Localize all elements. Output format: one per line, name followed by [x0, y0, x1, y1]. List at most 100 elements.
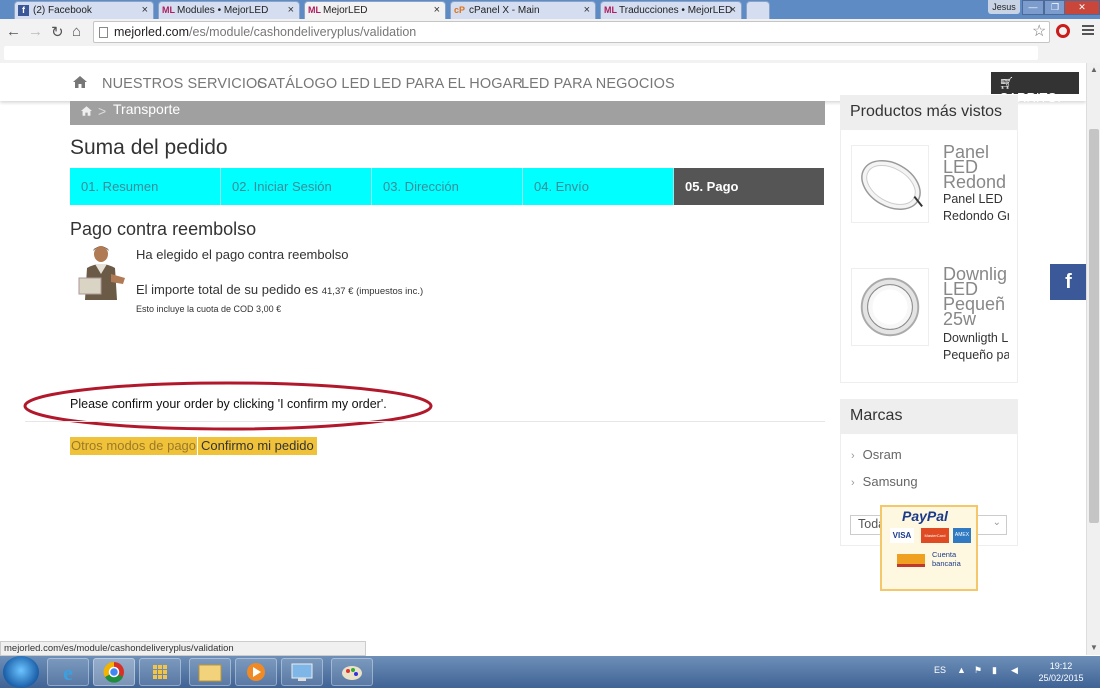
url-path: /es/module/cashondeliveryplus/validation [189, 25, 417, 39]
paypal-logo: PayPal [902, 508, 948, 524]
amex-icon: AMEX [953, 528, 971, 543]
scroll-up-icon[interactable]: ▲ [1090, 65, 1098, 74]
browser-toolbar: ← → ↻ ⌂ mejorled.com/es/module/cashondel… [0, 19, 1100, 45]
product-title[interactable]: Downlig LED Pequeñ 25w [943, 267, 1009, 327]
close-icon[interactable]: × [434, 4, 440, 16]
page-scrollbar[interactable]: ▲ ▼ [1086, 63, 1100, 655]
facebook-share-button[interactable]: f [1050, 264, 1086, 300]
bank-line: Cuenta [932, 550, 957, 559]
back-icon[interactable]: ← [6, 23, 21, 40]
cpanel-icon: cP [454, 5, 466, 15]
tab-facebook[interactable]: f (2) Facebook × [14, 1, 154, 19]
tab-label: Traducciones • MejorLED [619, 5, 733, 16]
flag-icon[interactable]: ⚑ [974, 665, 982, 676]
chrome-icon[interactable] [93, 658, 135, 686]
chevron-right-icon: › [851, 450, 855, 462]
breadcrumb-home-icon[interactable] [81, 106, 92, 116]
mejorled-icon: ML [308, 5, 321, 15]
brand-item-samsung[interactable]: › Samsung [851, 474, 918, 489]
nav-item-catalogo[interactable]: CATÁLOGO LED [257, 76, 370, 92]
breadcrumb-separator: > [98, 103, 107, 119]
cart-button[interactable]: 🛒︎CARRITO: [991, 72, 1079, 105]
browser-tabstrip: f (2) Facebook × ML Modules • MejorLED ×… [0, 0, 1100, 19]
home-icon[interactable]: ⌂ [72, 23, 81, 40]
new-tab-button[interactable] [746, 1, 770, 19]
step-direccion[interactable]: 03. Dirección [372, 168, 523, 205]
tab-cpanel[interactable]: cP cPanel X - Main × [450, 1, 596, 19]
most-viewed-title: Productos más vistos [840, 95, 1018, 129]
product-title-line: Redond [943, 172, 1007, 190]
breadcrumb: > Transporte [70, 101, 825, 125]
brands-title: Marcas [840, 399, 1018, 433]
bank-account-label: Cuenta bancaria [932, 550, 961, 568]
home-icon[interactable] [73, 76, 87, 88]
close-icon[interactable]: × [584, 4, 590, 16]
status-bar-url: mejorled.com/es/module/cashondeliveryplu… [0, 641, 366, 656]
apps-grid-icon[interactable] [139, 658, 181, 686]
volume-icon[interactable]: ◀ [1011, 665, 1018, 676]
breadcrumb-label: Transporte [113, 101, 181, 117]
window-close-icon[interactable]: ✕ [1064, 0, 1100, 15]
language-indicator[interactable]: ES [934, 665, 946, 675]
nav-item-hogar[interactable]: LED PARA EL HOGAR [373, 76, 523, 92]
ie-icon[interactable]: e [47, 658, 89, 686]
tab-mejorled[interactable]: ML MejorLED × [304, 1, 446, 19]
close-icon[interactable]: × [142, 4, 148, 16]
brand-item-osram[interactable]: › Osram [851, 447, 902, 462]
step-envio[interactable]: 04. Envío [523, 168, 674, 205]
reload-icon[interactable]: ↻ [51, 23, 64, 41]
tab-modules[interactable]: ML Modules • MejorLED × [158, 1, 300, 19]
step-pago: 05. Pago [674, 168, 824, 205]
clock-time: 19:12 [1049, 661, 1073, 671]
cart-icon: 🛒︎ [999, 76, 1015, 90]
tab-traducciones[interactable]: ML Traducciones • MejorLED × [600, 1, 742, 19]
bookmark-star-icon[interactable]: ☆ [1032, 21, 1046, 41]
tray-expand-icon[interactable]: ▲ [957, 665, 966, 675]
checkout-steps: 01. Resumen 02. Iniciar Sesión 03. Direc… [70, 168, 824, 205]
paint-icon[interactable] [331, 658, 373, 686]
divider [25, 421, 825, 422]
media-player-icon[interactable] [235, 658, 277, 686]
tab-label: (2) Facebook [33, 5, 92, 16]
page-title: Suma del pedido [70, 136, 228, 159]
most-viewed-box: Panel LED Redond Panel LED Redondo Gr Do… [840, 129, 1018, 383]
led-panel-image [861, 160, 923, 210]
maximize-icon[interactable]: ❐ [1044, 0, 1066, 15]
network-icon[interactable]: ▮ [992, 665, 997, 676]
scroll-down-icon[interactable]: ▼ [1090, 643, 1098, 652]
nav-item-negocios[interactable]: LED PARA NEGOCIOS [521, 76, 675, 92]
browser-menu-icon[interactable] [1082, 25, 1094, 37]
step-resumen[interactable]: 01. Resumen [70, 168, 221, 205]
folder-icon[interactable] [189, 658, 231, 686]
product-desc-line: Panel LED [943, 192, 1003, 206]
forward-icon[interactable]: → [28, 23, 43, 40]
remote-desktop-icon[interactable] [281, 658, 323, 686]
order-total-line: El importe total de su pedido es 41,37 €… [136, 282, 423, 297]
system-clock[interactable]: 19:12 25/02/2015 [1031, 660, 1091, 684]
start-button[interactable] [3, 656, 39, 688]
tab-label: cPanel X - Main [469, 5, 540, 16]
product-title[interactable]: Panel LED Redond [943, 145, 1009, 190]
product-image[interactable] [851, 268, 929, 346]
other-payment-methods-button[interactable]: Otros modos de pago [70, 437, 198, 455]
tab-label: MejorLED [323, 5, 368, 16]
address-bar[interactable]: mejorled.com/es/module/cashondeliveryplu… [93, 21, 1050, 43]
close-icon[interactable]: × [730, 4, 736, 16]
page-icon [99, 27, 108, 38]
product-image[interactable] [851, 145, 929, 223]
bank-icon [897, 554, 925, 567]
bookmarks-bar [0, 45, 1100, 63]
step-iniciar-sesion[interactable]: 02. Iniciar Sesión [221, 168, 372, 205]
close-icon[interactable]: × [288, 4, 294, 16]
window-user-label: Jesus [988, 0, 1020, 14]
minimize-icon[interactable]: — [1022, 0, 1044, 15]
opera-icon[interactable] [1056, 24, 1070, 38]
downlight-image [860, 277, 920, 337]
confirm-order-button[interactable]: Confirmo mi pedido [198, 437, 317, 455]
product-description: Downligth L Pequeño pa [943, 330, 1009, 364]
url-domain: mejorled.com [114, 25, 190, 39]
scrollbar-thumb[interactable] [1089, 129, 1099, 523]
nav-item-servicios[interactable]: NUESTROS SERVICIOS [102, 76, 267, 92]
confirm-message: Please confirm your order by clicking 'I… [70, 397, 387, 411]
paypal-badge[interactable]: PayPal VISA MasterCard AMEX Cuenta banca… [880, 505, 978, 591]
